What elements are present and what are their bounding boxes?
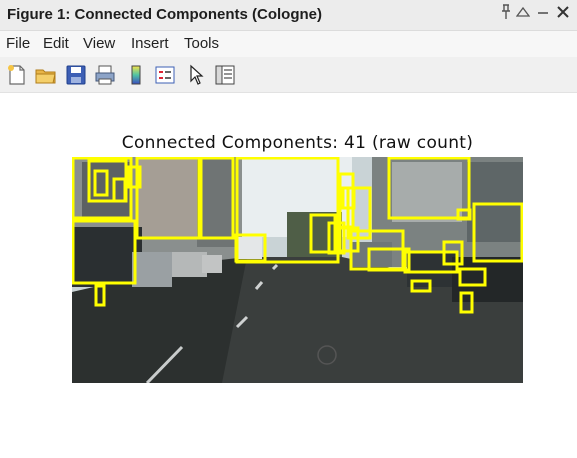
figure-canvas: Connected Components: 41 (raw count) bbox=[0, 93, 577, 458]
close-icon[interactable] bbox=[554, 4, 572, 26]
pointer-icon[interactable] bbox=[184, 63, 208, 87]
menu-insert[interactable]: Insert bbox=[131, 35, 169, 52]
menu-view[interactable]: View bbox=[83, 35, 115, 52]
plot-title: Connected Components: 41 (raw count) bbox=[121, 133, 474, 153]
toolbar bbox=[0, 57, 577, 93]
minimize-icon[interactable] bbox=[534, 4, 552, 26]
property-inspector-icon[interactable] bbox=[213, 63, 237, 87]
menu-bar: File Edit View Insert Tools bbox=[0, 31, 577, 57]
title-bar: Figure 1: Connected Components (Cologne) bbox=[0, 0, 577, 31]
window-title: Figure 1: Connected Components (Cologne) bbox=[7, 6, 322, 23]
open-file-icon[interactable] bbox=[34, 63, 58, 87]
street-scene-image bbox=[71, 156, 524, 385]
colorbar-icon[interactable] bbox=[124, 63, 148, 87]
menu-edit[interactable]: Edit bbox=[43, 35, 69, 52]
print-icon[interactable] bbox=[93, 63, 117, 87]
new-figure-icon[interactable] bbox=[5, 63, 29, 87]
save-icon[interactable] bbox=[64, 63, 88, 87]
pin-icon[interactable] bbox=[497, 4, 515, 26]
menu-tools[interactable]: Tools bbox=[184, 35, 219, 52]
legend-icon[interactable] bbox=[153, 63, 177, 87]
menu-file[interactable]: File bbox=[6, 35, 30, 52]
triangle-up-icon[interactable] bbox=[514, 4, 532, 26]
